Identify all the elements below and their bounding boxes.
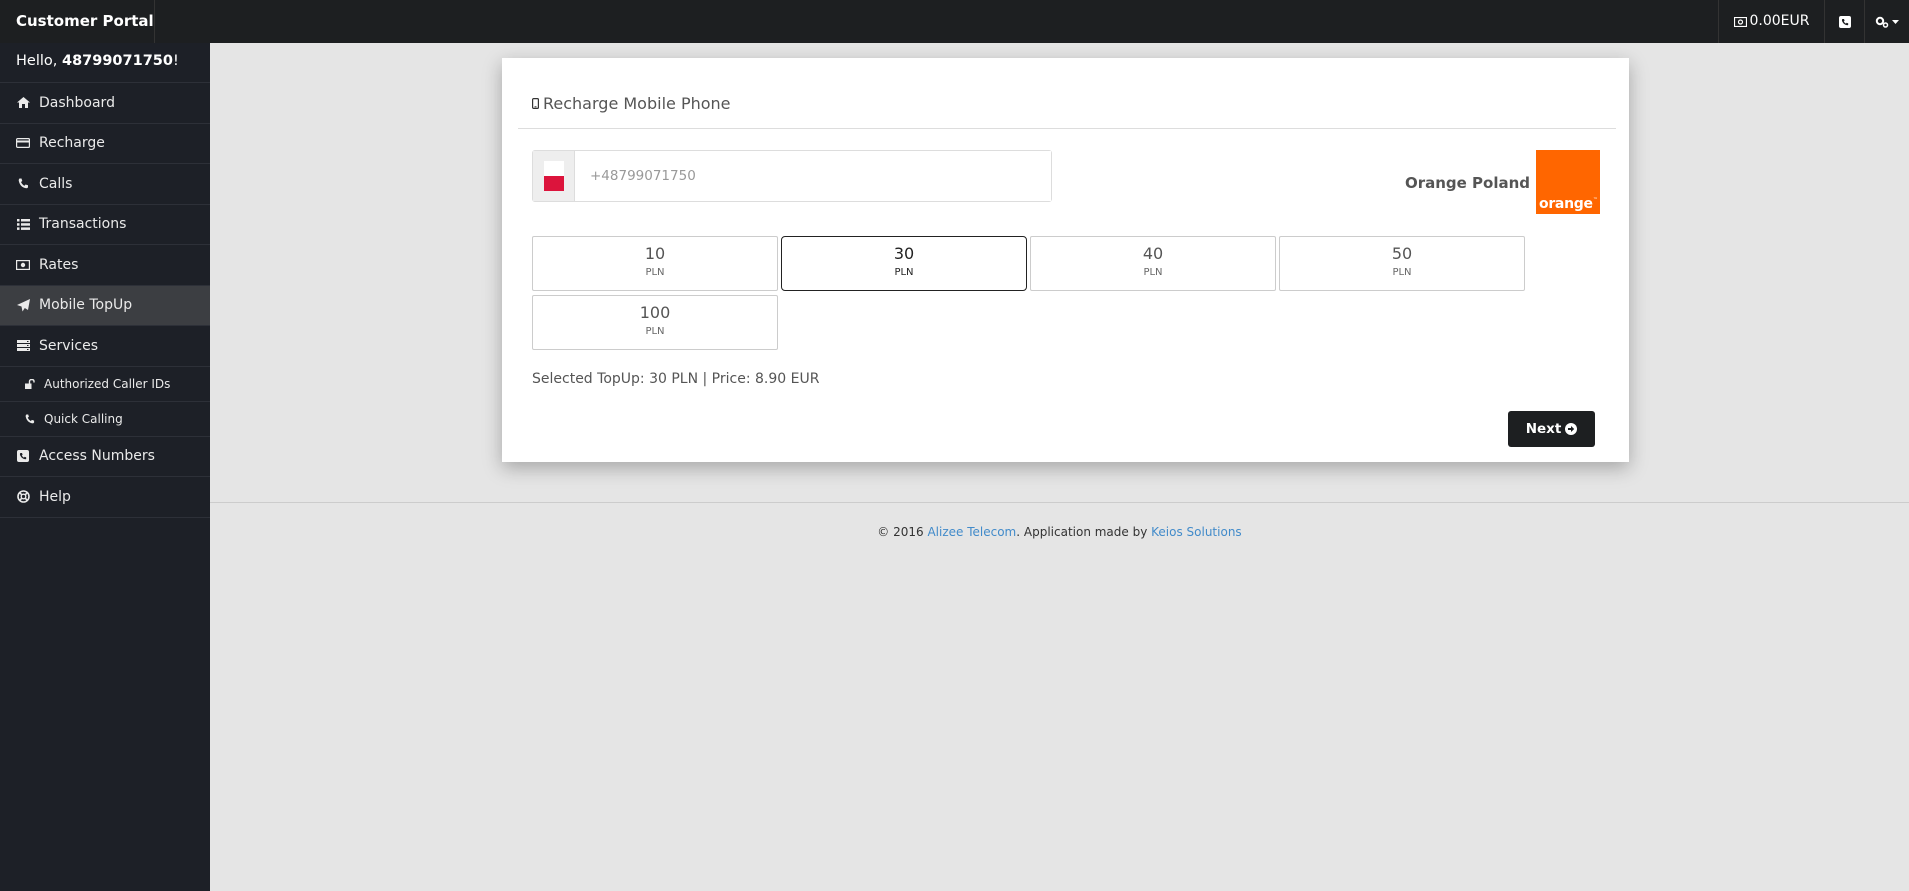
phone-input-group [532,150,1052,202]
sidebar-item-access-numbers[interactable]: Access Numbers [0,437,210,477]
sidebar-item-label: Help [39,488,71,505]
footer-copyright: © 2016 [877,525,928,539]
unlock-icon [24,378,36,389]
sidebar-item-label: Rates [39,256,79,273]
operator-name: Orange Poland [1404,174,1530,192]
sidebar-subitem-authorized-caller-ids[interactable]: Authorized Caller IDs [0,367,210,402]
sidebar-item-label: Mobile TopUp [39,297,133,314]
selection-summary: Selected TopUp: 30 PLN | Price: 8.90 EUR [532,371,820,387]
amount-value: 30 [893,244,915,263]
recharge-card: Recharge Mobile Phone Orange Poland oran… [502,58,1629,462]
amount-currency: PLN [1392,267,1412,278]
greeting-suffix: ! [172,53,179,69]
amount-value: 40 [1142,244,1164,263]
sidebar-subitem-label: Quick Calling [44,411,123,426]
list-icon [16,218,30,230]
amount-option-50[interactable]: 50 PLN [1279,236,1525,291]
country-flag-button[interactable] [533,151,575,201]
next-button[interactable]: Next [1508,411,1595,447]
sidebar-item-label: Recharge [39,135,105,152]
gears-icon [1875,16,1889,28]
sidebar-subitem-quick-calling[interactable]: Quick Calling [0,402,210,437]
sidebar-item-label: Access Numbers [39,448,155,465]
phone-button[interactable] [1824,0,1864,43]
greeting: Hello, 48799071750! [0,43,210,83]
sidebar-item-label: Transactions [39,216,127,233]
orange-logo-tm: ™ [1593,197,1598,203]
amount-currency: PLN [1143,267,1163,278]
sidebar-item-rates[interactable]: Rates [0,245,210,286]
sidebar-item-label: Calls [39,175,73,192]
footer-middle-text: . Application made by [1016,525,1152,539]
phone-number-input[interactable] [575,151,1051,201]
sidebar-item-help[interactable]: Help [0,477,210,518]
amount-value: 10 [644,244,666,263]
title-divider [518,128,1616,129]
amount-currency: PLN [645,267,665,278]
arrow-circle-right-icon [1565,423,1578,435]
sidebar: Hello, 48799071750! Dashboard Recharge C… [0,43,210,891]
top-right-menu: 0.00EUR [1718,0,1909,43]
money-icon [16,259,30,270]
operator-info: Orange Poland orange ™ [1405,150,1600,214]
footer-divider [210,502,1909,503]
settings-dropdown[interactable] [1864,0,1909,43]
sidebar-item-dashboard[interactable]: Dashboard [0,83,210,124]
amount-value: 50 [1391,244,1413,263]
sidebar-item-recharge[interactable]: Recharge [0,124,210,164]
mobile-icon [532,98,539,109]
maker-link[interactable]: Keios Solutions [1151,525,1242,539]
phone-icon [24,413,36,424]
server-icon [16,340,30,352]
amount-option-100[interactable]: 100 PLN [532,295,778,350]
phone-icon [16,178,30,189]
card-title: Recharge Mobile Phone [532,94,731,113]
phone-square-icon [16,450,30,463]
credit-card-icon [16,138,30,149]
amount-option-30[interactable]: 30 PLN [781,236,1027,291]
home-icon [16,97,30,109]
top-navbar: Customer Portal 0.00EUR [0,0,1909,43]
amount-option-10[interactable]: 10 PLN [532,236,778,291]
sidebar-item-services[interactable]: Services [0,326,210,367]
amount-currency: PLN [645,326,665,337]
username: 48799071750 [61,53,173,69]
sidebar-item-mobile-topup[interactable]: Mobile TopUp [0,285,210,326]
brand-title[interactable]: Customer Portal [0,0,155,43]
poland-flag-icon [543,161,564,191]
balance-display[interactable]: 0.00EUR [1718,0,1824,43]
footer: © 2016 Alizee Telecom. Application made … [210,525,1909,539]
sidebar-item-label: Services [39,337,99,354]
paper-plane-icon [16,298,30,312]
orange-logo-text: orange [1539,196,1593,212]
amount-value: 100 [639,303,671,322]
sidebar-item-label: Dashboard [39,94,115,111]
card-title-text: Recharge Mobile Phone [543,94,731,113]
company-link[interactable]: Alizee Telecom [927,525,1016,539]
balance-value: 0.00EUR [1749,13,1810,29]
caret-down-icon [1892,19,1899,24]
life-ring-icon [16,490,30,504]
sidebar-subitem-label: Authorized Caller IDs [44,376,171,391]
sidebar-item-calls[interactable]: Calls [0,164,210,205]
amount-option-40[interactable]: 40 PLN [1030,236,1276,291]
amount-currency: PLN [894,267,914,278]
sidebar-item-transactions[interactable]: Transactions [0,205,210,245]
money-icon [1733,16,1747,27]
greeting-prefix: Hello, [16,53,62,69]
orange-logo: orange ™ [1536,150,1600,214]
phone-square-icon [1838,15,1851,28]
next-button-label: Next [1525,421,1562,437]
